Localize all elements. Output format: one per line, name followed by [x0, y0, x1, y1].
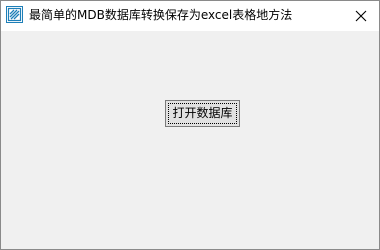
title-bar[interactable]: 最简单的MDB数据库转换保存为excel表格地方法 [1, 1, 379, 31]
client-area: 打开数据库 [1, 31, 379, 249]
app-window: 最简单的MDB数据库转换保存为excel表格地方法 打开数据库 [0, 0, 380, 250]
close-button[interactable] [343, 1, 379, 31]
open-database-button[interactable]: 打开数据库 [165, 100, 240, 127]
window-title: 最简单的MDB数据库转换保存为excel表格地方法 [29, 8, 293, 22]
app-icon [6, 6, 23, 23]
close-icon [355, 10, 367, 22]
